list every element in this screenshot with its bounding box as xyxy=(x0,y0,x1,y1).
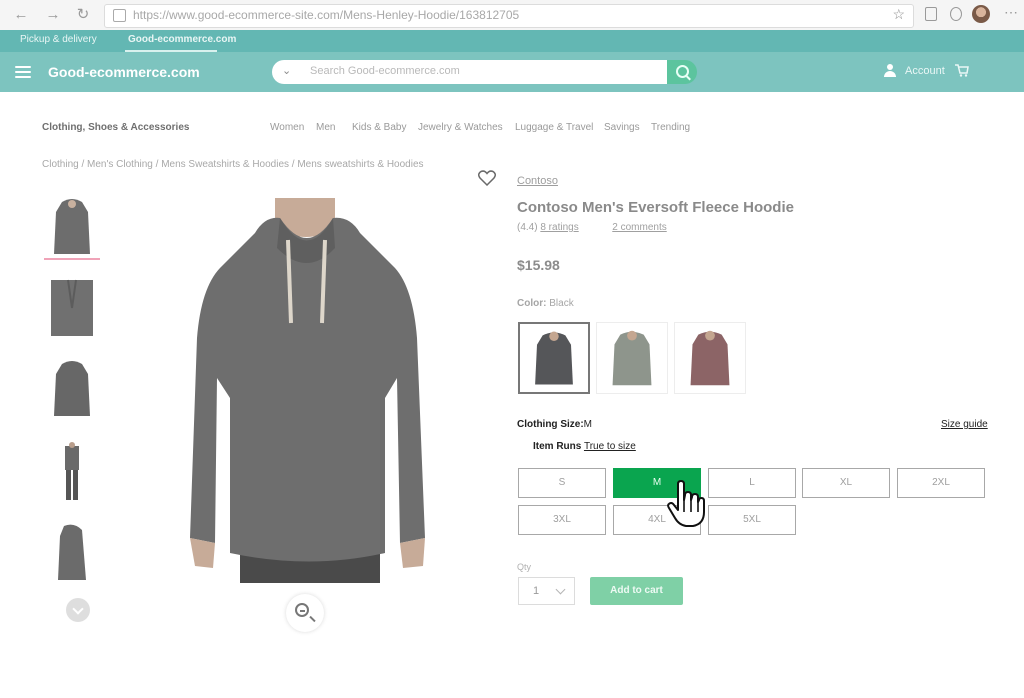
user-icon xyxy=(883,64,897,78)
color-swatch-black[interactable] xyxy=(518,322,590,394)
site-info-icon[interactable] xyxy=(113,9,126,22)
size-label-value: M xyxy=(583,419,593,430)
clothing-size-label: Clothing Size:M xyxy=(517,419,592,430)
nav-link-trending[interactable]: Trending xyxy=(651,122,690,133)
size-button-s[interactable]: S xyxy=(518,468,606,498)
favorites-icon[interactable] xyxy=(950,7,962,21)
size-guide-link[interactable]: Size guide xyxy=(941,419,988,430)
rating-value: (4.4) xyxy=(517,222,538,233)
tab-pickup-delivery[interactable]: Pickup & delivery xyxy=(20,30,97,52)
nav-link-jewelry-watches[interactable]: Jewelry & Watches xyxy=(418,122,503,133)
product-title: Contoso Men's Eversoft Fleece Hoodie xyxy=(517,199,794,216)
item-runs-label: Item Runs xyxy=(533,441,582,452)
nav-link-kids-baby[interactable]: Kids & Baby xyxy=(352,122,406,133)
bookmark-star-icon[interactable]: ☆ xyxy=(892,6,905,23)
rating-summary: (4.4) 8 ratings 2 comments xyxy=(517,222,667,233)
search-input[interactable] xyxy=(310,65,630,77)
size-button-l[interactable]: L xyxy=(708,468,796,498)
category-title[interactable]: Clothing, Shoes & Accessories xyxy=(42,122,189,133)
thumbnail-detail[interactable] xyxy=(48,278,96,338)
color-value: Black xyxy=(549,298,574,309)
nav-link-luggage-travel[interactable]: Luggage & Travel xyxy=(515,122,593,133)
size-button-5xl[interactable]: 5XL xyxy=(708,505,796,535)
top-links-bar: Pickup & delivery Good-ecommerce.com xyxy=(0,30,1024,52)
chevron-down-icon xyxy=(555,584,566,595)
ratings-link[interactable]: 8 ratings xyxy=(540,222,578,233)
search-box: ⌄ xyxy=(272,60,667,84)
brand-link[interactable]: Contoso xyxy=(517,175,558,187)
breadcrumb[interactable]: Clothing / Men's Clothing / Mens Sweatsh… xyxy=(42,159,424,170)
product-image[interactable] xyxy=(185,198,430,583)
item-runs-value[interactable]: True to size xyxy=(584,441,636,452)
comments-link[interactable]: 2 comments xyxy=(612,222,666,233)
nav-link-men[interactable]: Men xyxy=(316,122,335,133)
site-logo[interactable]: Good-ecommerce.com xyxy=(48,64,200,80)
thumbnail-front[interactable] xyxy=(48,198,96,258)
nav-link-women[interactable]: Women xyxy=(270,122,304,133)
thumbnail-side[interactable] xyxy=(48,522,96,582)
collections-icon[interactable] xyxy=(925,7,937,21)
more-menu-icon[interactable]: ⋯ xyxy=(1004,4,1018,21)
size-button-2xl[interactable]: 2XL xyxy=(897,468,985,498)
item-runs-info: Item Runs True to size xyxy=(533,441,636,452)
color-swatch-burgundy[interactable] xyxy=(674,322,746,394)
color-swatch-gray[interactable] xyxy=(596,322,668,394)
site-header: Good-ecommerce.com ⌄ Account xyxy=(0,52,1024,92)
chevron-down-icon[interactable]: ⌄ xyxy=(282,64,291,77)
search-button[interactable] xyxy=(667,60,697,84)
search-icon xyxy=(676,65,689,78)
reload-icon[interactable]: ↻ xyxy=(74,6,92,24)
size-button-3xl[interactable]: 3XL xyxy=(518,505,606,535)
thumbnail-full-body[interactable] xyxy=(48,442,96,502)
address-bar[interactable]: https://www.good-ecommerce-site.com/Mens… xyxy=(104,4,914,28)
forward-icon[interactable]: → xyxy=(44,6,62,24)
account-label: Account xyxy=(905,65,945,77)
back-icon[interactable]: ← xyxy=(12,6,30,24)
hand-pointer-cursor-icon xyxy=(667,480,705,527)
quantity-select[interactable]: 1 xyxy=(518,577,575,605)
size-button-xl[interactable]: XL xyxy=(802,468,890,498)
heart-icon[interactable] xyxy=(478,170,496,186)
hamburger-menu-icon[interactable] xyxy=(15,66,31,78)
zoom-in-icon xyxy=(295,603,309,617)
profile-avatar[interactable] xyxy=(972,5,990,23)
price: $15.98 xyxy=(517,257,560,273)
color-label-key: Color: xyxy=(517,298,547,309)
tab-good-ecommerce[interactable]: Good-ecommerce.com xyxy=(128,30,236,52)
selected-thumbnail-indicator xyxy=(44,258,100,260)
thumbnail-back[interactable] xyxy=(48,360,96,420)
url-text: https://www.good-ecommerce-site.com/Mens… xyxy=(133,8,520,22)
qty-label: Qty xyxy=(517,562,532,572)
chevron-down-icon[interactable] xyxy=(66,598,90,622)
nav-link-savings[interactable]: Savings xyxy=(604,122,640,133)
color-label: Color: Black xyxy=(517,298,574,309)
qty-value: 1 xyxy=(533,585,540,597)
browser-toolbar: ← → ↻ https://www.good-ecommerce-site.co… xyxy=(0,0,1024,31)
size-label-key: Clothing Size: xyxy=(517,419,584,430)
zoom-button[interactable] xyxy=(286,594,324,632)
cart-icon[interactable] xyxy=(955,64,969,77)
add-to-cart-button[interactable]: Add to cart xyxy=(590,577,683,605)
